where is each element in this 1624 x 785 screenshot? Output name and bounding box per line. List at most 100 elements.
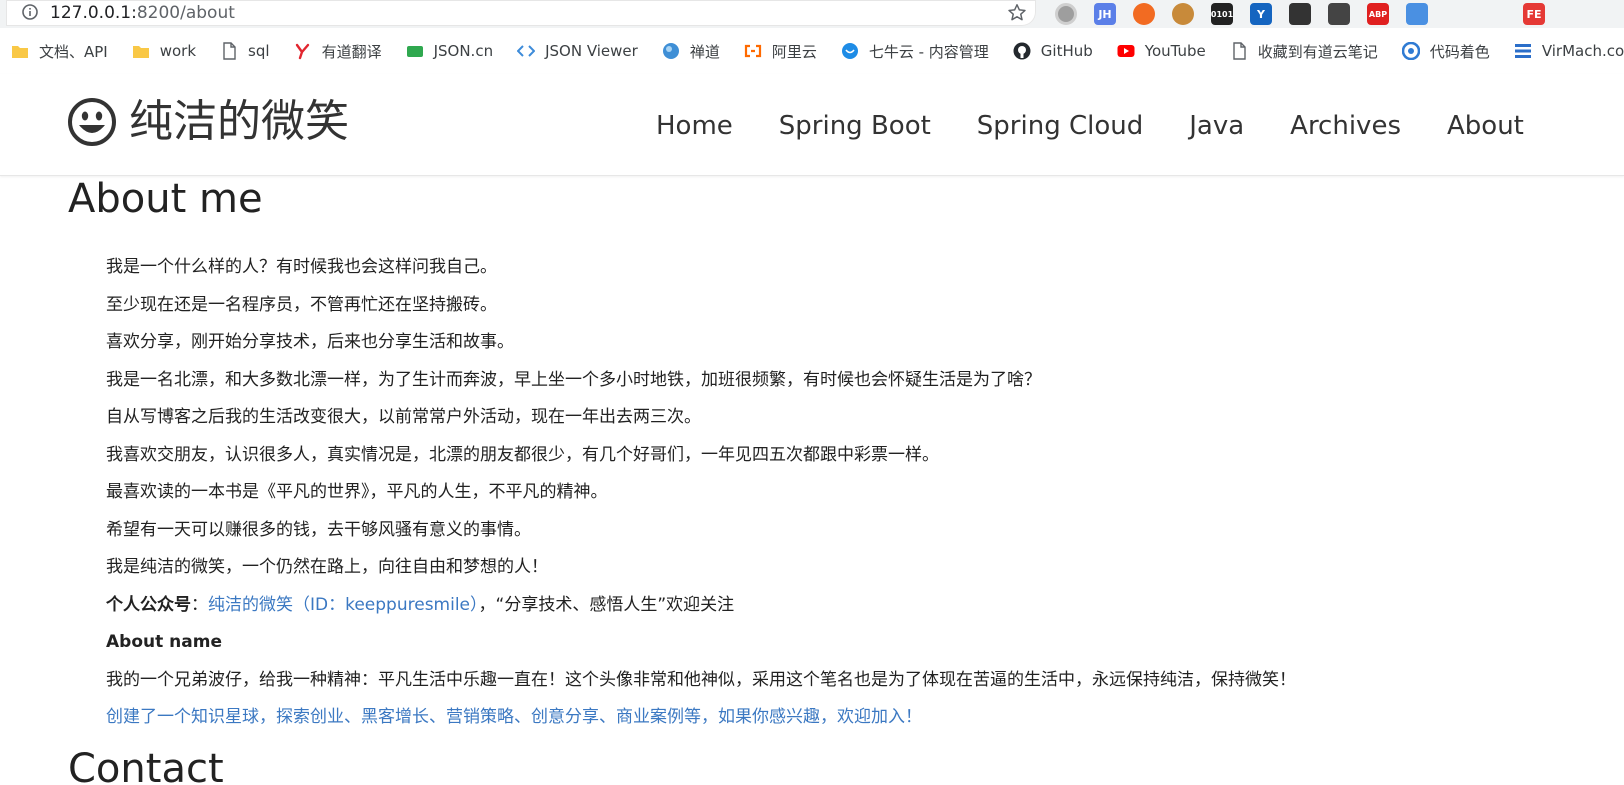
code-color-icon — [1401, 42, 1420, 60]
address-bar[interactable]: 127.0.0.1:8200/about — [6, 0, 1036, 26]
bookmark-label: 代码着色 — [1429, 42, 1490, 61]
about-line: 我是一名北漂，和大多数北漂一样，为了生计而奔波，早上坐一个多小时地铁，加班很频繁… — [106, 369, 1041, 390]
adblock-extension-icon[interactable]: ABP — [1367, 3, 1389, 25]
jh-extension-icon[interactable]: JH — [1094, 3, 1116, 25]
adblock-extension-icon-text: ABP — [1368, 9, 1388, 19]
bookmark-item[interactable]: 代码着色 — [1401, 36, 1490, 66]
about-name-heading: About name — [106, 624, 1586, 662]
circle-extension-icon[interactable] — [1055, 3, 1077, 25]
check-extension-icon[interactable] — [1445, 3, 1467, 25]
bookmark-item[interactable]: JSON.cn — [406, 36, 494, 66]
bookmark-item[interactable]: 七牛云 - 内容管理 — [841, 36, 989, 66]
nav-java[interactable]: Java — [1189, 110, 1244, 142]
planet-link[interactable]: 创建了一个知识星球，探索创业、黑客增长、营销策略、创意分享、商业案例等，如果你感… — [106, 707, 922, 727]
binary-extension-icon-text: 0101 — [1210, 9, 1234, 19]
bookmark-label: work — [159, 42, 197, 60]
contact-heading: Contact — [68, 746, 224, 785]
about-line: 我是一个什么样的人？有时候我也会这样问我自己。 — [106, 257, 497, 277]
fe-extension-icon[interactable]: FE — [1523, 3, 1545, 25]
about-line: 自从写博客之后我的生活改变很大，以前常常户外活动，现在一年出去两三次。 — [106, 407, 701, 427]
bookmark-label: GitHub — [1040, 42, 1093, 60]
about-line: 最喜欢读的一本书是《平凡的世界》，平凡的人生，不平凡的精神。 — [106, 482, 608, 502]
binary-extension-icon[interactable]: 0101 — [1211, 3, 1233, 25]
bookmark-item[interactable]: 阿里云 — [744, 36, 817, 66]
jh-extension-icon-text: JH — [1098, 7, 1112, 21]
nav-about[interactable]: About — [1447, 110, 1524, 142]
bookmarks-bar: 文档、API work sql 有道翻译 JSON.cn JSON Viewer 禅道 阿里云… — [0, 28, 1624, 74]
about-heading: About me — [68, 176, 263, 222]
bookmark-label: 有道翻译 — [321, 42, 382, 61]
y-extension-icon[interactable]: Y — [1250, 3, 1272, 25]
planet-line: 创建了一个知识星球，探索创业、黑客增长、营销策略、创意分享、商业案例等，如果你感… — [106, 699, 1586, 737]
bookmark-label: 阿里云 — [771, 42, 817, 61]
browser-toolbar: 127.0.0.1:8200/about JH 0101 Y ABP FE — [0, 0, 1624, 28]
bookmark-label: JSON.cn — [433, 42, 494, 60]
about-line: 至少现在还是一名程序员，不管再忙还在坚持搬砖。 — [106, 294, 497, 315]
github-icon — [1013, 42, 1031, 60]
cookie-extension-icon[interactable] — [1172, 3, 1194, 25]
bookmark-label: 文档、API — [39, 42, 108, 61]
bookmark-item[interactable]: sql — [220, 36, 270, 66]
folder-icon — [11, 42, 29, 60]
about-line: 喜欢分享，刚开始分享技术，后来也分享生活和故事。 — [106, 332, 514, 352]
bookmark-item[interactable]: 禅道 — [662, 36, 720, 66]
url-path: 8200/about — [136, 3, 235, 23]
bookmark-item[interactable]: 有道翻译 — [294, 36, 382, 66]
virmach-icon — [1514, 42, 1532, 60]
smile-icon — [68, 98, 116, 146]
page-icon — [220, 42, 238, 60]
zentao-icon — [662, 42, 680, 60]
about-line: 我喜欢交朋友，认识很多人，真实情况是，北漂的朋友都很少，有几个好哥们，一年见四五… — [106, 444, 939, 465]
url-text[interactable]: 127.0.0.1:8200/about — [50, 2, 235, 24]
wechat-line: 个人公众号：纯洁的微笑（ID：keeppuresmile），“分享技术、感悟人生… — [106, 587, 1586, 625]
bookmark-label: VirMach.com — [1541, 42, 1624, 60]
bookmark-item[interactable]: VirMach.com — [1514, 36, 1624, 66]
about-name-title: About name — [106, 632, 222, 652]
about-content: About me 我是一个什么样的人？有时候我也会这样问我自己。 至少现在还是一… — [0, 175, 1624, 785]
bookmark-label: 收藏到有道云笔记 — [1257, 42, 1378, 61]
about-name-text: 我的一个兄弟波仔，给我一种精神：平凡生活中乐趣一直在！这个头像非常和他神似，采用… — [106, 669, 1296, 690]
y-extension-icon-text: Y — [1257, 7, 1265, 21]
folder-icon — [132, 42, 150, 60]
json-viewer-icon — [517, 42, 536, 60]
bookmark-label: 禅道 — [689, 42, 720, 61]
tree-extension-icon[interactable] — [1562, 3, 1584, 25]
site-header: 纯洁的微笑 Home Spring Boot Spring Cloud Java… — [0, 74, 1624, 176]
aliyun-icon — [744, 42, 762, 60]
nav-home[interactable]: Home — [656, 110, 733, 142]
bookmark-star-icon[interactable] — [1006, 2, 1028, 24]
youdao-icon — [294, 42, 312, 60]
fe-extension-icon-text: FE — [1526, 7, 1542, 21]
url-host: 127.0.0.1: — [50, 3, 137, 23]
nav-spring-cloud[interactable]: Spring Cloud — [977, 110, 1143, 142]
bookmark-item[interactable]: 文档、API — [11, 36, 108, 66]
bookmark-item[interactable]: GitHub — [1013, 36, 1093, 66]
wechat-colon: ： — [191, 594, 208, 615]
bookmark-label: 七牛云 - 内容管理 — [868, 42, 989, 61]
download-extension-icon[interactable] — [1328, 3, 1350, 25]
tampermonkey-extension-icon[interactable] — [1289, 3, 1311, 25]
bookmark-item[interactable]: YouTube — [1117, 36, 1206, 66]
bookmark-label: JSON Viewer — [545, 42, 638, 60]
page-icon — [1230, 42, 1248, 60]
json-icon — [406, 42, 424, 60]
bookmark-label: sql — [248, 42, 270, 60]
about-line: 希望有一天可以赚很多的钱，去干够风骚有意义的事情。 — [106, 519, 531, 540]
nav-archives[interactable]: Archives — [1290, 110, 1401, 142]
bookmark-item[interactable]: JSON Viewer — [517, 36, 638, 66]
bookmark-item[interactable]: 收藏到有道云笔记 — [1230, 36, 1378, 66]
vue-extension-icon[interactable] — [1484, 3, 1506, 25]
info-icon[interactable] — [22, 4, 38, 20]
youtube-icon — [1117, 42, 1135, 60]
nav-spring-boot[interactable]: Spring Boot — [779, 110, 931, 142]
about-paragraphs: 我是一个什么样的人？有时候我也会这样问我自己。 至少现在还是一名程序员，不管再忙… — [106, 249, 1586, 737]
grid-extension-icon[interactable] — [1406, 3, 1428, 25]
main-nav: Home Spring Boot Spring Cloud Java Archi… — [656, 110, 1524, 142]
lifebuoy-extension-icon[interactable] — [1133, 3, 1155, 25]
wechat-link[interactable]: 纯洁的微笑（ID：keeppuresmile） — [208, 595, 479, 615]
bookmark-item[interactable]: work — [132, 36, 196, 66]
brand-link[interactable]: 纯洁的微笑 — [67, 96, 349, 148]
brand-title: 纯洁的微笑 — [129, 96, 349, 147]
extensions-bar: JH 0101 Y ABP FE — [1055, 2, 1601, 26]
about-line: 我是纯洁的微笑，一个仍然在路上，向往自由和梦想的人！ — [106, 557, 548, 577]
